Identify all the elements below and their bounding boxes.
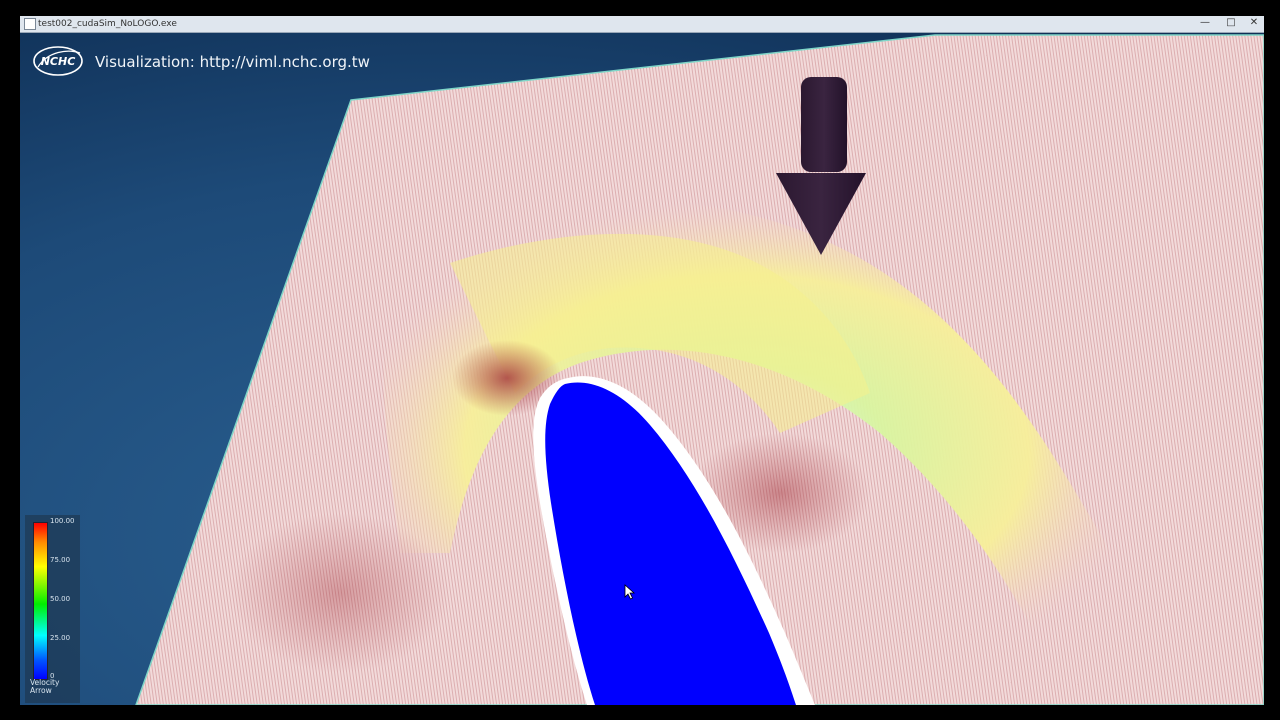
window-title: test002_cudaSim_NoLOGO.exe (38, 19, 177, 29)
nchc-logo: NCHC (33, 46, 83, 76)
close-button[interactable]: ✕ (1244, 16, 1264, 31)
logo-text: NCHC (41, 55, 76, 68)
mouse-cursor-icon (624, 584, 636, 600)
legend-title-line2: Arrow (30, 686, 52, 695)
legend-colorbar (33, 522, 48, 680)
maximize-button[interactable]: □ (1218, 16, 1244, 31)
legend-tick: 50.00 (50, 595, 71, 603)
window-titlebar[interactable]: test002_cudaSim_NoLOGO.exe — □ ✕ (20, 16, 1264, 33)
app-icon (24, 18, 36, 30)
legend-title: Velocity Arrow (30, 679, 59, 695)
legend-tick: 25.00 (50, 634, 71, 642)
vortex-shade-lower (230, 513, 450, 673)
visualization-label: Visualization: http://viml.nchc.org.tw (95, 53, 370, 71)
legend-tick: 75.00 (50, 556, 71, 564)
minimize-button[interactable]: — (1192, 16, 1218, 31)
velocity-legend: 100.00 75.00 50.00 25.00 0 Velocity Arro… (25, 515, 80, 703)
simulation-viewport[interactable]: NCHC Visualization: http://viml.nchc.org… (20, 33, 1264, 705)
simulation-scene (20, 33, 1264, 705)
legend-tick: 100.00 (50, 517, 75, 525)
